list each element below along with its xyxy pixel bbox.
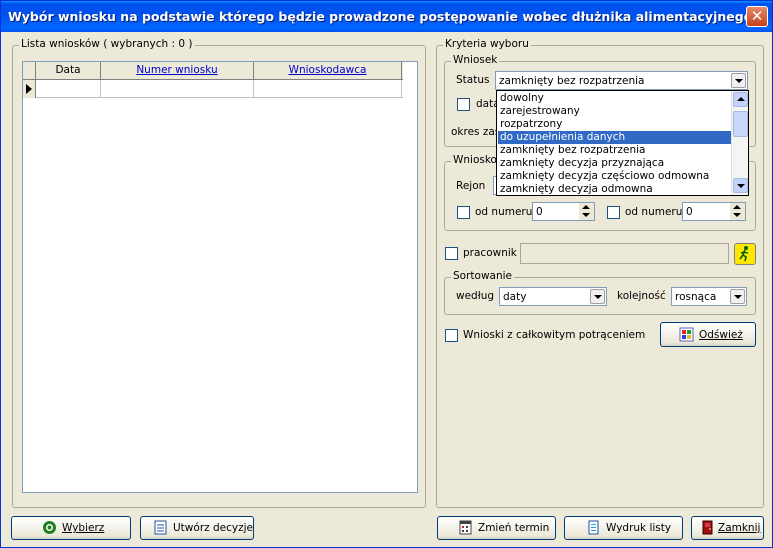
column-header-applicant[interactable]: Wnioskodawca [254,62,402,79]
period-label: okres zas [451,126,501,138]
create-decisions-button[interactable]: Utwórz decyzje [140,516,254,540]
cell-data[interactable] [36,80,101,98]
refresh-icon [679,327,694,342]
calendar-icon [459,520,472,535]
region-label: Rejon [456,180,486,192]
close-button-label: Zamknij [718,522,761,534]
order-value: rosnąca [675,291,717,303]
create-decisions-button-label: Utwórz decyzje [173,522,253,534]
worker-label: pracownik [463,247,517,259]
dropdown-scrollbar[interactable] [731,91,748,195]
running-man-icon [739,246,749,262]
chevron-down-icon [734,295,742,299]
cell-applicant[interactable] [254,80,402,98]
arrow-up-icon [582,205,590,209]
chevron-down-icon [737,184,745,188]
print-list-button-label: Wydruk listy [606,522,672,534]
row-indicator [23,80,36,98]
change-term-button[interactable]: Zmień termin [437,516,556,540]
change-term-button-label: Zmień termin [478,522,550,534]
refresh-button[interactable]: Odśwież [660,322,756,347]
status-option-closed-partial-refusal[interactable]: zamknięty decyzja częściowo odmowna [498,170,732,183]
sorting-title: Sortowanie [451,270,515,282]
sort-by-label: według [456,290,495,302]
select-button[interactable]: Wybierz [11,516,131,540]
exit-door-icon [702,520,713,535]
status-option-closed-refusal[interactable]: zamknięty decyzja odmowna [498,183,732,195]
dialog-window: Wybór wniosku na podstawie którego będzi… [0,0,773,548]
spinner-buttons-1[interactable] [579,203,594,220]
select-target-icon [43,521,56,534]
full-deduction-label: Wnioski z całkowitym potrąceniem [463,329,646,341]
close-button[interactable]: Zamknij [691,516,764,540]
scroll-thumb[interactable] [733,111,748,137]
worker-pick-button[interactable] [734,243,756,265]
sort-by-value: daty [503,291,527,303]
status-option-closed-no-review[interactable]: zamknięty bez rozpatrzenia [498,144,732,157]
status-dropdown-list[interactable]: dowolny zarejestrowany rozpatrzony do uz… [496,90,749,196]
date-checkbox[interactable] [457,98,470,111]
table-row[interactable] [23,80,403,98]
from-number-value-1: 0 [536,206,543,218]
worker-field [520,243,729,264]
applications-list-title: Lista wniosków ( wybranych : 0 ) [19,38,195,50]
close-window-button[interactable]: ✕ [746,6,768,27]
status-option-registered[interactable]: zarejestrowany [498,105,732,118]
arrow-down-icon [733,213,741,217]
scroll-down-button[interactable] [733,178,748,193]
order-label: kolejność [617,290,666,302]
arrow-up-icon [733,205,741,209]
chevron-down-icon [594,295,602,299]
sort-by-select[interactable]: daty [499,287,607,306]
status-option-needs-data[interactable]: do uzupełnienia danych [498,131,732,144]
title-bar[interactable]: Wybór wniosku na podstawie którego będzi… [1,1,772,32]
spinner-buttons-2[interactable] [730,203,745,220]
status-label: Status [456,74,490,86]
scroll-up-button[interactable] [733,92,748,107]
applications-grid[interactable]: Data Numer wniosku Wnioskodawca [22,61,418,493]
document-icon [154,520,167,535]
from-number-label-1: od numeru [475,206,533,218]
status-option-any[interactable]: dowolny [498,92,732,105]
print-list-button[interactable]: Wydruk listy [564,516,683,540]
cell-application-number[interactable] [101,80,254,98]
from-number-value-2: 0 [686,206,693,218]
refresh-button-label: Odśwież [699,329,743,341]
order-select[interactable]: rosnąca [671,287,747,306]
status-select-value: zamknięty bez rozpatrzenia [499,75,645,87]
from-number-label-2: od numeru [625,206,683,218]
window-title: Wybór wniosku na podstawie którego będzi… [8,9,753,24]
status-option-closed-granting[interactable]: zamknięty decyzja przyznająca [498,157,732,170]
status-option-reviewed[interactable]: rozpatrzony [498,118,732,131]
sort-by-dropdown-button[interactable] [590,289,605,304]
criteria-title: Kryteria wyboru [443,38,531,50]
worker-checkbox[interactable] [445,247,458,260]
application-subgroup-title: Wniosek [451,54,500,66]
column-header-application-number[interactable]: Numer wniosku [101,62,254,79]
from-number-checkbox-2[interactable] [607,206,620,219]
status-dropdown-button[interactable] [731,73,746,88]
column-header-data[interactable]: Data [36,62,101,79]
select-button-label: Wybierz [62,522,105,534]
grid-header: Data Numer wniosku Wnioskodawca [23,62,403,80]
grid-corner [23,62,36,79]
full-deduction-checkbox[interactable] [445,329,458,342]
chevron-down-icon [735,79,743,83]
order-dropdown-button[interactable] [730,289,745,304]
chevron-up-icon [737,97,745,101]
from-number-spinner-1[interactable]: 0 [532,202,595,221]
from-number-checkbox-1[interactable] [457,206,470,219]
from-number-spinner-2[interactable]: 0 [682,202,746,221]
status-select[interactable]: zamknięty bez rozpatrzenia [495,71,748,90]
current-row-arrow-icon [26,84,32,94]
arrow-down-icon [582,213,590,217]
print-icon [588,520,599,535]
